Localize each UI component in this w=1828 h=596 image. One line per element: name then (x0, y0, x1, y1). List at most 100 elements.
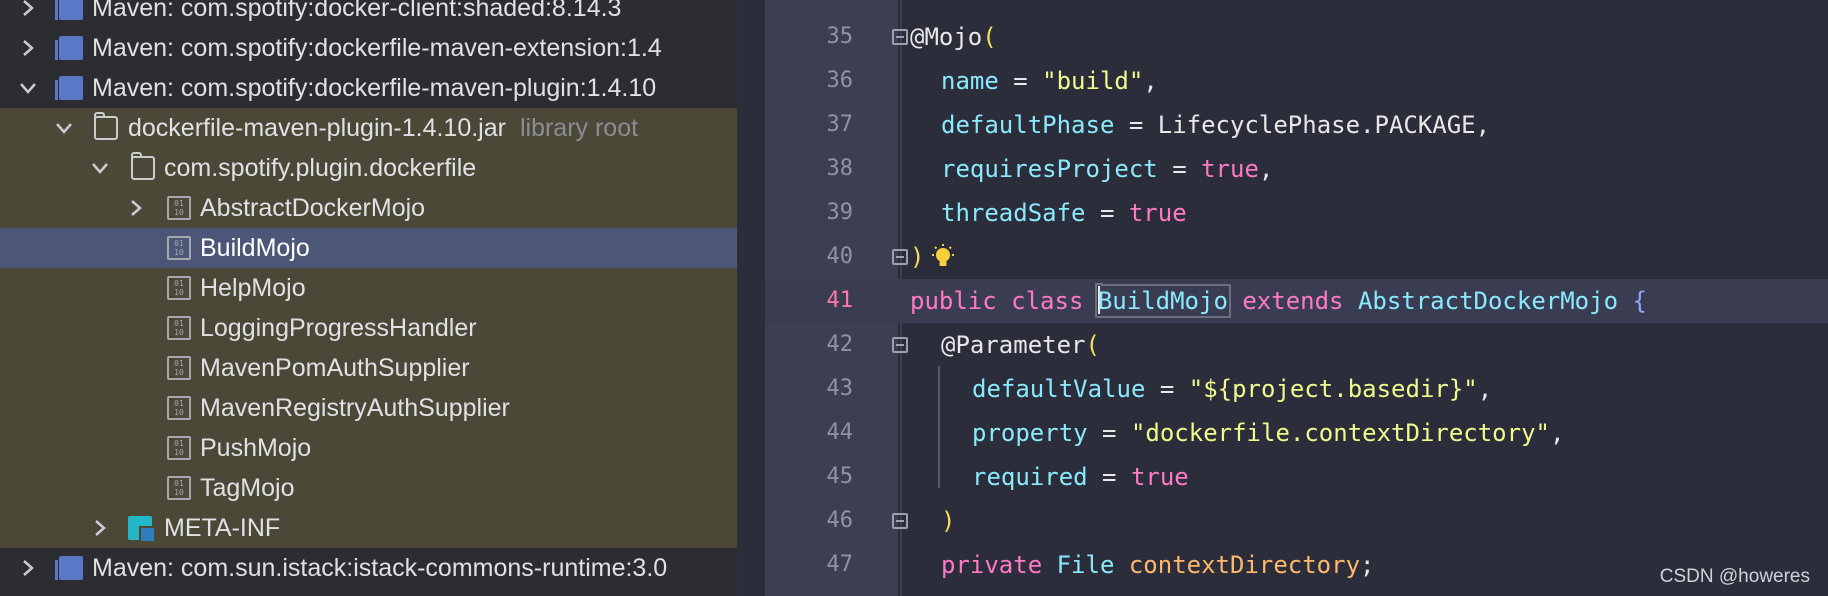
class-file-icon: 01 10 (167, 436, 191, 460)
tree-row-istack-commons-runtime[interactable]: Maven: com.sun.istack:istack-commons-run… (0, 548, 737, 588)
line-number: 38 (826, 156, 854, 181)
tree-row-tag-mojo[interactable]: 01 10 TagMojo (0, 468, 737, 508)
fold-collapse-icon[interactable] (892, 513, 908, 529)
tree-row-label: BuildMojo (200, 234, 310, 262)
punctuation: ; (1360, 551, 1375, 579)
keyword: true (1201, 155, 1259, 183)
library-icon (55, 36, 83, 60)
attribute-name: requiresProject (941, 155, 1158, 183)
brace: { (1618, 287, 1647, 315)
chevron-down-icon[interactable] (52, 108, 76, 148)
meta-inf-folder-icon (128, 516, 156, 543)
punctuation: , (1477, 375, 1493, 403)
fold-collapse-icon[interactable] (892, 249, 908, 265)
tree-row-build-mojo[interactable]: 01 10 BuildMojo (0, 228, 737, 268)
operator: = (1114, 111, 1158, 139)
punctuation: , (1258, 155, 1274, 183)
tree-row-maven-pom-auth-supplier[interactable]: 01 10 MavenPomAuthSupplier (0, 348, 737, 388)
tree-row-maven-registry-auth-supplier[interactable]: 01 10 MavenRegistryAuthSupplier (0, 388, 737, 428)
punctuation: , (1475, 111, 1491, 139)
chevron-down-icon[interactable] (16, 68, 40, 108)
enum-value: LifecyclePhase.PACKAGE (1157, 111, 1476, 139)
operator: = (1145, 375, 1189, 403)
code-editor[interactable]: 35 @Mojo( 36 name = "build", 37 defaultP… (765, 0, 1828, 596)
line-number: 40 (826, 244, 854, 269)
class-name-highlighted[interactable]: BuildMojo (1094, 284, 1231, 318)
library-icon (55, 76, 83, 100)
operator: = (1087, 419, 1131, 447)
code-line: 44 property = "dockerfile.contextDirecto… (765, 411, 1828, 455)
punctuation: , (1143, 67, 1158, 95)
code-line: 39 threadSafe = true (765, 191, 1828, 235)
tree-row-help-mojo[interactable]: 01 10 HelpMojo (0, 268, 737, 308)
tree-row-docker-client[interactable]: Maven: com.spotify:docker-client:shaded:… (0, 0, 737, 28)
attribute-name: defaultValue (972, 375, 1146, 403)
tree-row-logging-progress-handler[interactable]: 01 10 LoggingProgressHandler (0, 308, 737, 348)
annotation: @Mojo (910, 23, 983, 51)
code-line: 36 name = "build", (765, 59, 1828, 103)
chevron-right-icon[interactable] (88, 508, 112, 548)
tree-row-abstract-docker-mojo[interactable]: 01 10 AbstractDockerMojo (0, 188, 737, 228)
tree-row-label: HelpMojo (200, 274, 306, 302)
code-line: 35 @Mojo( (765, 15, 1828, 59)
class-file-icon: 01 10 (167, 476, 191, 500)
chevron-right-icon[interactable] (16, 548, 40, 588)
line-number: 42 (826, 332, 854, 357)
operator: = (1157, 155, 1202, 183)
chevron-down-icon[interactable] (88, 148, 112, 188)
tree-row-meta-inf[interactable]: META-INF (0, 508, 737, 548)
operator: = (1087, 463, 1131, 491)
paren: ( (982, 23, 997, 51)
code-line: 38 requiresProject = true, (765, 147, 1828, 191)
line-number: 37 (826, 112, 854, 137)
keyword: public class (910, 287, 1098, 315)
string-literal: "${project.basedir}" (1188, 375, 1478, 403)
fold-collapse-icon[interactable] (892, 29, 908, 45)
project-tree: Maven: com.spotify:docker-client:shaded:… (0, 0, 737, 596)
tree-row-plugin-jar[interactable]: dockerfile-maven-plugin-1.4.10.jar librar… (0, 108, 737, 148)
attribute-name: threadSafe (941, 199, 1086, 227)
tree-row-dockerfile-maven-plugin[interactable]: Maven: com.spotify:dockerfile-maven-plug… (0, 68, 737, 108)
attribute-name: defaultPhase (941, 111, 1115, 139)
chevron-right-icon[interactable] (124, 188, 148, 228)
library-root-hint: library root (519, 114, 639, 142)
class-file-icon: 01 10 (167, 236, 191, 260)
field-name: contextDirectory (1128, 551, 1361, 579)
tree-row-label: MavenRegistryAuthSupplier (200, 394, 510, 422)
line-number: 44 (826, 420, 854, 445)
tree-row-label: TagMojo (200, 474, 295, 502)
folder-icon (131, 152, 155, 180)
fold-collapse-icon[interactable] (892, 337, 908, 353)
tree-row-label: MavenPomAuthSupplier (200, 354, 470, 382)
library-icon (55, 0, 83, 20)
tree-row-label: Maven: com.spotify:dockerfile-maven-exte… (92, 34, 662, 62)
line-number: 46 (826, 508, 854, 533)
class-name: BuildMojo (1097, 287, 1228, 315)
tree-row-label: Maven: com.sun.istack:istack-commons-run… (92, 554, 668, 582)
tree-row-push-mojo[interactable]: 01 10 PushMojo (0, 428, 737, 468)
folder-icon (94, 112, 118, 140)
lightbulb-icon[interactable] (929, 243, 957, 271)
class-file-icon: 01 10 (167, 396, 191, 420)
chevron-right-icon[interactable] (16, 0, 40, 28)
code-line: 42 @Parameter( (765, 323, 1828, 367)
line-number: 36 (826, 68, 854, 93)
attribute-name: required (972, 463, 1088, 491)
line-number: 35 (826, 24, 854, 49)
operator: = (1085, 199, 1129, 227)
keyword: true (1130, 463, 1189, 491)
paren: ( (1085, 331, 1100, 359)
chevron-right-icon[interactable] (16, 28, 40, 68)
library-icon (55, 556, 83, 580)
operator: = (998, 67, 1043, 95)
paren: ) (941, 507, 956, 535)
tree-row-dockerfile-maven-extension[interactable]: Maven: com.spotify:dockerfile-maven-exte… (0, 28, 737, 68)
tree-row-label: AbstractDockerMojo (200, 194, 426, 222)
tree-row-package[interactable]: com.spotify.plugin.dockerfile (0, 148, 737, 188)
attribute-name: name (941, 67, 999, 95)
superclass-name: AbstractDockerMojo (1357, 287, 1619, 315)
string-literal: "build" (1042, 67, 1144, 95)
keyword: private (941, 551, 1057, 579)
annotation: @Parameter (941, 331, 1086, 359)
keyword: true (1128, 199, 1187, 227)
